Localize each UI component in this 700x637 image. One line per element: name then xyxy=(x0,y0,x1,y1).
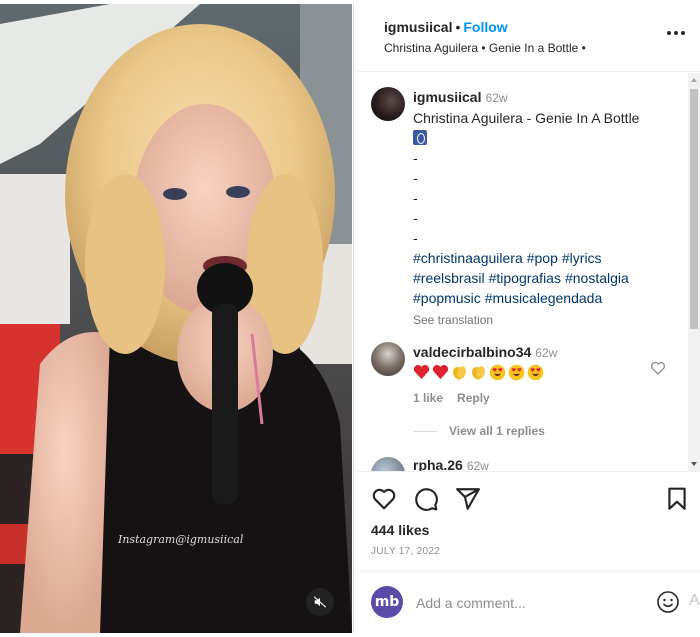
caption-dash: - xyxy=(413,150,418,166)
header-dot: • xyxy=(455,19,461,35)
hashtag-link[interactable]: #christinaaguilera xyxy=(413,250,523,266)
mute-button[interactable] xyxy=(306,588,334,616)
comment-header: rpha.26 62w xyxy=(413,457,489,471)
comment-icon[interactable] xyxy=(413,486,439,512)
heart-eyes-icon xyxy=(489,364,506,381)
hashtag-link[interactable]: #lyrics xyxy=(562,250,602,266)
follow-button[interactable]: Follow xyxy=(463,19,507,35)
caption-title: Christina Aguilera - Genie In A Bottle xyxy=(413,110,640,126)
comment-header: valdecirbalbino34 62w xyxy=(413,344,557,360)
heart-eyes-icon xyxy=(508,364,525,381)
caption-hashtags: #christinaaguilera #pop #lyrics #reelsbras… xyxy=(413,248,683,308)
comment-like-heart-icon[interactable] xyxy=(650,360,666,376)
comment-avatar[interactable] xyxy=(371,457,405,471)
hashtag-link[interactable]: #pop xyxy=(527,250,558,266)
red-heart-icon xyxy=(413,365,430,380)
current-user-avatar: mb xyxy=(371,586,403,618)
post-video[interactable]: Instagram@igmusiical xyxy=(0,4,352,633)
red-heart-icon xyxy=(432,365,449,380)
post-side-panel: igmusiical • Follow Christina Aguilera • G… xyxy=(353,4,700,633)
scroll-up-arrow[interactable] xyxy=(691,78,697,82)
caption-dash: - xyxy=(413,170,418,186)
comment-username[interactable]: rpha.26 xyxy=(413,457,463,471)
share-icon[interactable] xyxy=(455,486,481,512)
caption-time: 62w xyxy=(485,91,508,105)
comments-scrollbar[interactable] xyxy=(688,73,700,471)
caption-dash: - xyxy=(413,210,418,226)
caption-avatar[interactable] xyxy=(371,87,405,121)
heart-icon[interactable] xyxy=(371,486,397,512)
likes-count[interactable]: 444 likes xyxy=(371,522,429,538)
caption: igmusiical 62w Christina Aguilera - Genie… xyxy=(413,87,683,330)
more-icon[interactable] xyxy=(665,26,687,40)
comment-likes-link[interactable]: 1 like xyxy=(413,391,443,405)
comment-reply-button[interactable]: Reply xyxy=(457,391,490,405)
emoji-icon[interactable] xyxy=(656,590,680,614)
hashtag-link[interactable]: #musicalegendada xyxy=(485,290,603,306)
comment-emojis xyxy=(413,364,544,381)
replies-divider xyxy=(413,430,437,432)
view-replies-label: View all 1 replies xyxy=(449,424,545,438)
header-user-row: igmusiical • Follow xyxy=(384,19,508,35)
add-comment-input[interactable] xyxy=(416,592,636,614)
comment-time: 62w xyxy=(535,346,558,360)
action-bar: 444 likes JULY 17, 2022 xyxy=(354,471,700,571)
post-header: igmusiical • Follow Christina Aguilera • G… xyxy=(354,4,700,72)
caption-emoji-line xyxy=(413,128,683,148)
mute-icon xyxy=(313,596,327,608)
scroll-thumb[interactable] xyxy=(690,89,698,329)
caption-dash: - xyxy=(413,230,418,246)
hashtag-link[interactable]: #reelsbrasil xyxy=(413,270,485,286)
post-date: JULY 17, 2022 xyxy=(371,546,441,557)
heart-eyes-icon xyxy=(527,364,544,381)
comment-username[interactable]: valdecirbalbino34 xyxy=(413,344,531,360)
view-replies-button[interactable]: View all 1 replies xyxy=(413,424,545,438)
post-button-edge: A xyxy=(689,592,700,609)
comments-list[interactable]: igmusiical 62w Christina Aguilera - Genie… xyxy=(354,73,700,471)
clapping-hands-icon xyxy=(471,366,486,380)
clapping-hands-icon xyxy=(452,366,467,380)
caption-dash: - xyxy=(413,190,418,206)
comment-composer: mb A xyxy=(354,571,700,633)
comment-actions: 1 like Reply xyxy=(413,391,504,405)
audio-label[interactable]: Christina Aguilera • Genie In a Bottle • xyxy=(384,41,586,55)
hashtag-link[interactable]: #tipografias xyxy=(489,270,561,286)
scroll-down-arrow[interactable] xyxy=(691,462,697,466)
see-translation-link[interactable]: See translation xyxy=(413,310,683,330)
comment-avatar[interactable] xyxy=(371,342,405,376)
genie-emoji-icon xyxy=(413,130,427,145)
caption-username[interactable]: igmusiical xyxy=(413,89,481,105)
bookmark-icon[interactable] xyxy=(664,486,690,512)
header-username[interactable]: igmusiical xyxy=(384,19,452,35)
video-watermark: Instagram@igmusiical xyxy=(118,533,244,546)
comment-time: 62w xyxy=(466,459,489,471)
hashtag-link[interactable]: #nostalgia xyxy=(565,270,629,286)
hashtag-link[interactable]: #popmusic xyxy=(413,290,481,306)
